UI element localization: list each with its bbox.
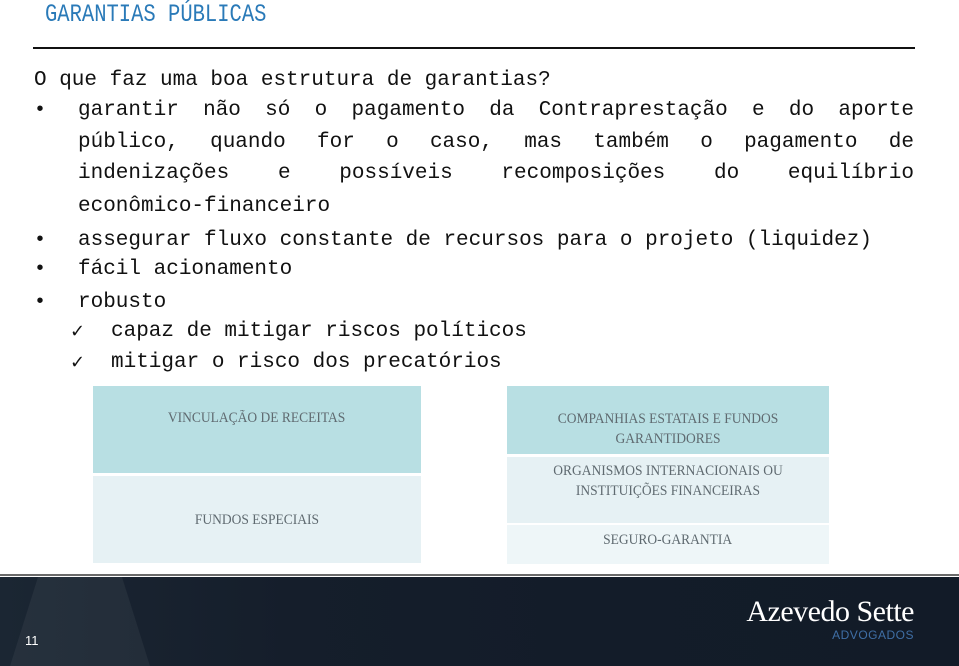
word: aporte (838, 99, 914, 122)
intro-question: O que faz uma boa estrutura de garantias… (34, 69, 551, 92)
word: e (277, 162, 291, 185)
footer-divider (0, 574, 959, 576)
word: o (386, 131, 399, 154)
box-label: VINCULAÇÃO DE RECEITAS (168, 410, 346, 426)
box-organismos-internacionais: ORGANISMOS INTERNACIONAIS OU INSTITUIÇÕE… (507, 457, 829, 523)
bullet-2: assegurar fluxo constante de recursos pa… (78, 229, 872, 252)
word: caso, (429, 131, 493, 154)
bullet-1-line-4: econômico-financeiro (78, 192, 330, 222)
word: público, (78, 131, 179, 154)
box-label: ORGANISMOS INTERNACIONAIS OU INSTITUIÇÕE… (553, 463, 783, 499)
word: só (265, 99, 291, 122)
word: mas (524, 131, 563, 154)
sub-item-2: mitigar o risco dos precatórios (111, 351, 502, 374)
bullet-4: robusto (78, 291, 167, 314)
box-seguro-garantia: SEGURO-GARANTIA (507, 525, 829, 564)
word: e (752, 99, 765, 122)
box-label: FUNDOS ESPECIAIS (194, 511, 320, 528)
box-label: SEGURO-GARANTIA (603, 532, 733, 548)
slide-title: GARANTIAS PÚBLICAS (45, 0, 267, 29)
word: o (700, 131, 713, 154)
page-number: 11 (25, 633, 39, 648)
title-divider (33, 47, 915, 49)
word: pagamento (744, 131, 858, 154)
bullet-1-line-3: indenizações e possíveis recomposições do equ… (78, 159, 914, 189)
word: equilíbrio (787, 162, 914, 185)
company-logo-name: Azevedo Sette (746, 595, 914, 628)
box-label: COMPANHIAS ESTATAIS E FUNDOS GARANTIDORE… (557, 411, 779, 447)
company-logo-subtitle: ADVOGADOS (832, 628, 914, 642)
word: também (593, 131, 669, 154)
word: não (203, 99, 241, 122)
box-companhias-estatais: COMPANHIAS ESTATAIS E FUNDOS GARANTIDORE… (507, 386, 829, 454)
box-fundos-especiais: FUNDOS ESPECIAIS (93, 476, 421, 563)
word: pagamento (351, 99, 465, 122)
word: garantir (78, 99, 179, 122)
footer-bar: 11 Azevedo Sette ADVOGADOS (0, 577, 959, 666)
bullet-3: fácil acionamento (78, 258, 293, 281)
word: de (888, 131, 914, 154)
bullet-icon: • (34, 229, 47, 252)
word: Contraprestação (538, 99, 728, 122)
word: da (489, 99, 515, 122)
bullet-icon: • (34, 258, 47, 281)
bullet-icon: • (34, 99, 47, 122)
word: econômico-financeiro (78, 195, 331, 218)
sub-item-1: capaz de mitigar riscos políticos (111, 320, 527, 343)
word: o (314, 99, 328, 122)
footer-light-beam (10, 577, 150, 666)
bullet-1-line-1: garantir não só o pagamento da Contraprestação… (78, 96, 914, 126)
word: for (316, 131, 355, 154)
word: possíveis (339, 162, 453, 185)
box-vinculacao-receitas: VINCULAÇÃO DE RECEITAS (93, 386, 421, 473)
bullet-icon: • (34, 291, 47, 314)
checkmark-icon: ✓ (70, 352, 86, 373)
bullet-1-line-2: público, quando for o caso, mas também o pagamen… (78, 128, 914, 158)
checkmark-icon: ✓ (70, 321, 86, 342)
word: indenizações (78, 162, 230, 185)
word: quando (210, 131, 286, 154)
word: do (713, 162, 740, 185)
word: do (788, 99, 815, 122)
word: recomposições (501, 162, 666, 185)
